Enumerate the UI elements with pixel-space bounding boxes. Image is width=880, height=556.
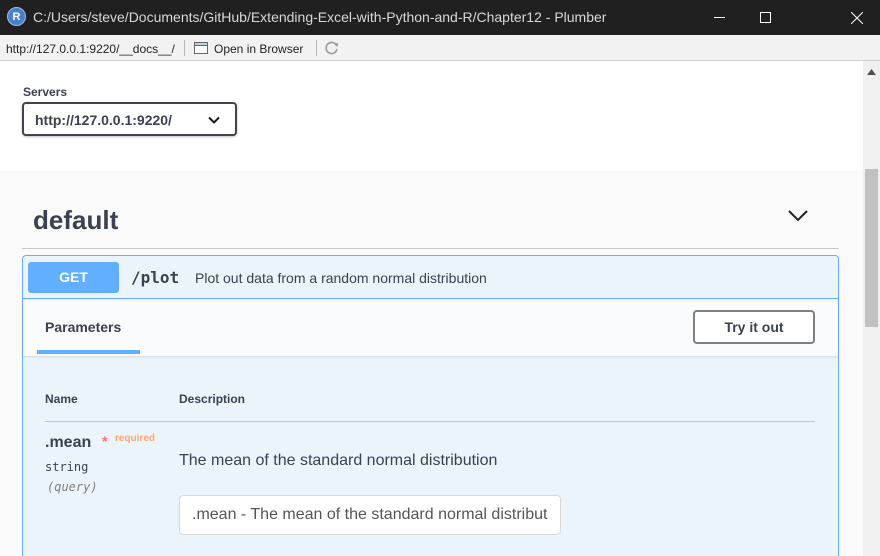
param-location: (query) [47,480,98,494]
column-divider [45,421,815,422]
required-star: * [102,433,108,449]
refresh-icon[interactable] [324,40,340,56]
r-app-icon: R [7,7,26,26]
parameters-header: Parameters Try it out [23,300,838,356]
servers-section: Servers http://127.0.0.1:9220/ [0,61,863,171]
maximize-icon [759,12,771,23]
servers-label: Servers [23,85,68,99]
toolbar-divider [316,40,317,56]
viewer-toolbar: http://127.0.0.1:9220/__docs__/ Open in … [0,35,880,61]
param-name: .mean [45,434,92,451]
server-select[interactable]: http://127.0.0.1:9220/ [22,102,237,136]
chevron-down-icon[interactable] [787,209,809,223]
operations-content: default GET /plot Plot out data from a r… [0,171,863,556]
scroll-up-icon[interactable] [867,69,876,75]
param-description: The mean of the standard normal distribu… [179,452,498,469]
required-label: required [115,433,156,444]
tag-divider [22,248,839,249]
operation-block: GET /plot Plot out data from a random no… [22,255,839,556]
scrollbar-thumb[interactable] [865,169,878,327]
open-in-browser-button[interactable]: Open in Browser [214,42,303,56]
tab-active-indicator [37,350,140,354]
try-it-out-button[interactable]: Try it out [693,310,815,344]
operation-description: Plot out data from a random normal distr… [195,270,487,286]
window-titlebar: R C:/Users/steve/Documents/GitHub/Extend… [0,0,880,35]
method-badge: GET [28,262,119,293]
operation-summary[interactable]: GET /plot Plot out data from a random no… [23,256,838,299]
swagger-viewport: Servers http://127.0.0.1:9220/ default G… [0,61,863,556]
tab-parameters[interactable]: Parameters [45,319,121,335]
open-in-browser-icon[interactable] [194,42,208,54]
server-select-value: http://127.0.0.1:9220/ [35,112,172,128]
column-header-name: Name [45,392,78,406]
url-text[interactable]: http://127.0.0.1:9220/__docs__/ [6,42,175,56]
column-header-description: Description [179,392,246,406]
maximize-button[interactable] [742,0,788,35]
vertical-scrollbar[interactable] [863,61,880,556]
mean-input[interactable] [179,495,561,535]
param-type: string [45,460,89,474]
toolbar-divider [184,40,185,56]
close-icon [851,11,863,24]
minimize-button[interactable] [696,0,742,35]
tag-title[interactable]: default [33,205,118,236]
operation-path: /plot [131,268,180,287]
minimize-icon [713,17,725,18]
window-title: C:/Users/steve/Documents/GitHub/Extendin… [33,9,607,25]
close-button[interactable] [834,0,880,35]
chevron-down-icon [208,116,220,124]
